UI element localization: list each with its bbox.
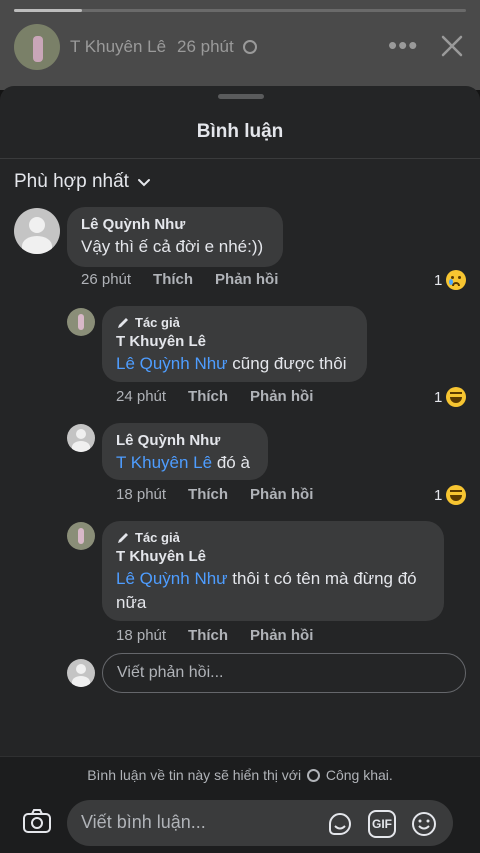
sad-tear-emoji-icon	[446, 270, 467, 290]
story-time: 26 phút	[177, 37, 234, 56]
comments-sheet: Bình luận Phù hợp nhất Lê Quỳnh Như Vậy …	[0, 86, 480, 853]
sort-label: Phù hợp nhất	[14, 171, 129, 192]
reply-button[interactable]: Phản hồi	[250, 486, 313, 503]
comment-text: Lê Quỳnh Như cũng được thôi	[116, 352, 353, 376]
reaction-summary[interactable]: 1	[434, 387, 467, 407]
visibility-notice: Bình luận về tin này sẽ hiển thị với Côn…	[0, 767, 480, 783]
author-badge-label: Tác giả	[135, 530, 180, 545]
reaction-summary[interactable]: 1	[434, 270, 467, 290]
sort-dropdown[interactable]: Phù hợp nhất	[14, 171, 151, 193]
drag-handle[interactable]	[218, 94, 264, 99]
comment-author[interactable]: Lê Quỳnh Như	[81, 216, 269, 233]
like-button[interactable]: Thích	[188, 627, 228, 644]
avatar[interactable]	[67, 308, 95, 336]
pen-icon	[118, 532, 128, 543]
laugh-emoji-icon	[446, 387, 467, 407]
emoji-icon[interactable]	[410, 810, 438, 838]
mention-link[interactable]: Lê Quỳnh Như	[116, 569, 228, 588]
globe-icon	[243, 40, 257, 54]
reply-input[interactable]	[102, 653, 466, 693]
avatar[interactable]	[14, 208, 60, 254]
avatar[interactable]	[67, 522, 95, 550]
mention-link[interactable]: Lê Quỳnh Như	[116, 354, 228, 373]
author-badge: Tác giả	[116, 315, 353, 330]
comment-time: 24 phút	[116, 388, 167, 405]
avatar[interactable]	[67, 424, 95, 452]
comment-box[interactable]: GIF	[67, 800, 453, 846]
comment-text: Lê Quỳnh Như thôi t có tên mà đừng đó nữ…	[116, 567, 430, 615]
comment-time: 18 phút	[116, 627, 167, 644]
comment-input[interactable]	[81, 812, 321, 833]
sticker-icon[interactable]	[326, 810, 354, 838]
comment-author[interactable]: Lê Quỳnh Như	[116, 432, 254, 449]
chevron-down-icon	[137, 179, 150, 187]
comment-author[interactable]: T Khuyên Lê	[116, 548, 430, 565]
author-badge: Tác giả	[116, 530, 430, 545]
gif-label: GIF	[372, 817, 392, 831]
comment-bubble: Lê Quỳnh Như T Khuyên Lê đó à	[102, 423, 268, 480]
laugh-emoji-icon	[446, 485, 467, 505]
reply-button[interactable]: Phản hồi	[250, 627, 313, 644]
pen-icon	[118, 317, 128, 328]
comment-bubble: Tác giả T Khuyên Lê Lê Quỳnh Như cũng đư…	[102, 306, 367, 382]
notice-text: Bình luận về tin này sẽ hiển thị với	[87, 767, 302, 783]
story-author-name[interactable]: T Khuyên Lê	[70, 37, 166, 57]
close-icon[interactable]	[440, 34, 464, 58]
more-options-icon[interactable]: •••	[388, 30, 418, 61]
reaction-summary[interactable]: 1	[434, 485, 467, 505]
notice-audience: Công khai.	[325, 767, 393, 783]
author-badge-label: Tác giả	[135, 315, 180, 330]
comment-actions: 18 phút Thích Phản hồi	[116, 486, 313, 503]
comment-text: Vậy thì ế cả đời e nhé:))	[81, 237, 264, 256]
reply-button[interactable]: Phản hồi	[250, 388, 313, 405]
comment-bubble: Tác giả T Khuyên Lê Lê Quỳnh Như thôi t …	[102, 521, 444, 621]
globe-icon	[306, 769, 320, 782]
comment-text: T Khuyên Lê đó à	[116, 451, 254, 475]
gif-button[interactable]: GIF	[368, 810, 396, 838]
comment-body: cũng được thôi	[227, 354, 347, 373]
story-progress-fill	[14, 9, 82, 12]
avatar	[67, 659, 95, 687]
camera-icon[interactable]	[22, 808, 52, 834]
sheet-title: Bình luận	[196, 121, 284, 142]
comment-body: đó à	[212, 453, 250, 472]
comment-actions: 18 phút Thích Phản hồi	[116, 627, 313, 644]
mention-link[interactable]: T Khuyên Lê	[116, 453, 212, 472]
comment-composer: Bình luận về tin này sẽ hiển thị với Côn…	[0, 756, 480, 853]
like-button[interactable]: Thích	[188, 486, 228, 503]
reaction-count: 1	[434, 271, 443, 289]
comment-actions: 24 phút Thích Phản hồi	[116, 388, 313, 405]
comment-bubble: Lê Quỳnh Như Vậy thì ế cả đời e nhé:))	[67, 207, 283, 267]
story-progress-bar	[14, 9, 466, 12]
story-header: T Khuyên Lê 26 phút •••	[0, 0, 480, 90]
reply-button[interactable]: Phản hồi	[215, 271, 278, 288]
like-button[interactable]: Thích	[153, 271, 193, 288]
comment-actions: 26 phút Thích Phản hồi	[81, 271, 278, 288]
divider	[0, 158, 480, 159]
reaction-count: 1	[434, 486, 443, 504]
comment-time: 18 phút	[116, 486, 167, 503]
comment-author[interactable]: T Khuyên Lê	[116, 333, 353, 350]
like-button[interactable]: Thích	[188, 388, 228, 405]
story-author-avatar[interactable]	[14, 24, 60, 70]
comment-time: 26 phút	[81, 271, 132, 288]
reaction-count: 1	[434, 388, 443, 406]
